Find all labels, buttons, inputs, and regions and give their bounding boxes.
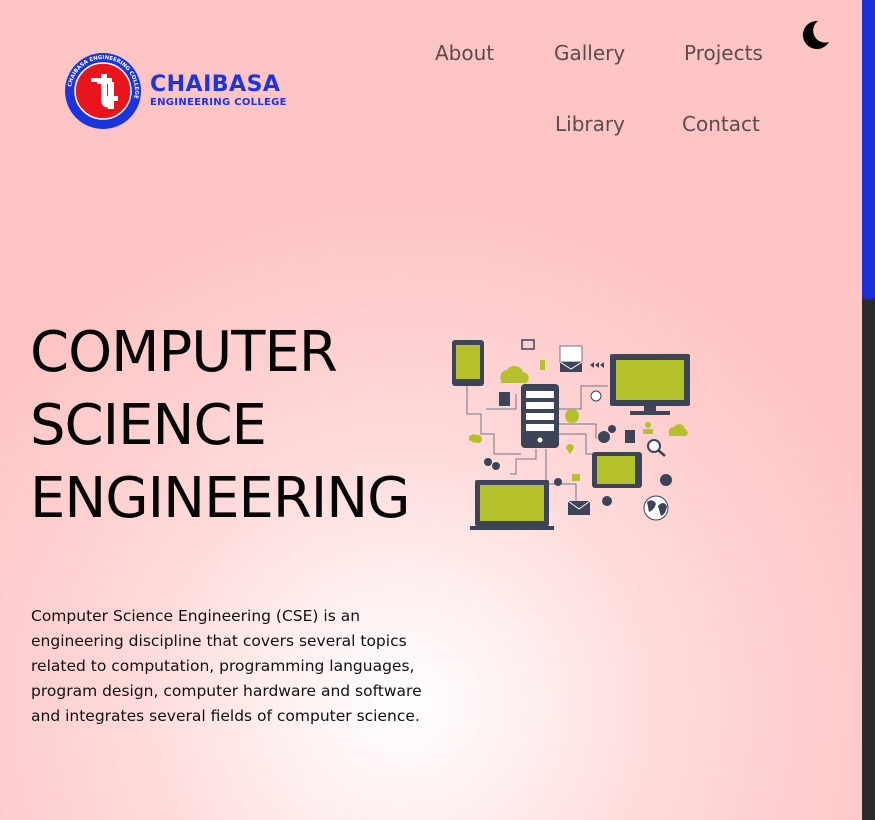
tablet-landscape-icon xyxy=(592,452,642,488)
college-name: CHAIBASA xyxy=(150,72,281,97)
nav-library-link[interactable]: Library xyxy=(555,112,625,136)
tablet-icon xyxy=(452,340,484,386)
department-description: Computer Science Engineering (CSE) is an… xyxy=(31,607,422,725)
page: CHAIBASA ENGINEERING COLLEGE CHAIBASA EN… xyxy=(0,0,862,820)
laptop-icon xyxy=(470,480,554,530)
moon-icon xyxy=(802,20,829,49)
nav-about-link[interactable]: About xyxy=(435,41,494,65)
title-line: COMPUTER xyxy=(30,320,338,385)
network-devices-illustration xyxy=(452,339,690,530)
server-icon xyxy=(521,384,559,448)
title-line: ENGINEERING xyxy=(30,466,411,531)
college-subtitle: ENGINEERING COLLEGE xyxy=(150,97,287,108)
page-scrollbar[interactable] xyxy=(862,0,875,820)
nav-gallery-link[interactable]: Gallery xyxy=(554,41,625,65)
scrollbar-thumb[interactable] xyxy=(862,0,875,300)
nav-projects-link[interactable]: Projects xyxy=(684,41,763,65)
theme-toggle-button[interactable] xyxy=(798,18,832,52)
monitor-icon xyxy=(610,354,690,415)
college-logo-text: CHAIBASA ENGINEERING COLLEGE xyxy=(150,74,287,108)
college-emblem-icon: CHAIBASA ENGINEERING COLLEGE xyxy=(65,53,141,129)
college-logo[interactable]: CHAIBASA ENGINEERING COLLEGE CHAIBASA EN… xyxy=(64,52,287,130)
title-line: SCIENCE xyxy=(30,393,267,458)
page-title: COMPUTER SCIENCE ENGINEERING xyxy=(30,316,411,535)
nav-contact-link[interactable]: Contact xyxy=(682,112,760,136)
